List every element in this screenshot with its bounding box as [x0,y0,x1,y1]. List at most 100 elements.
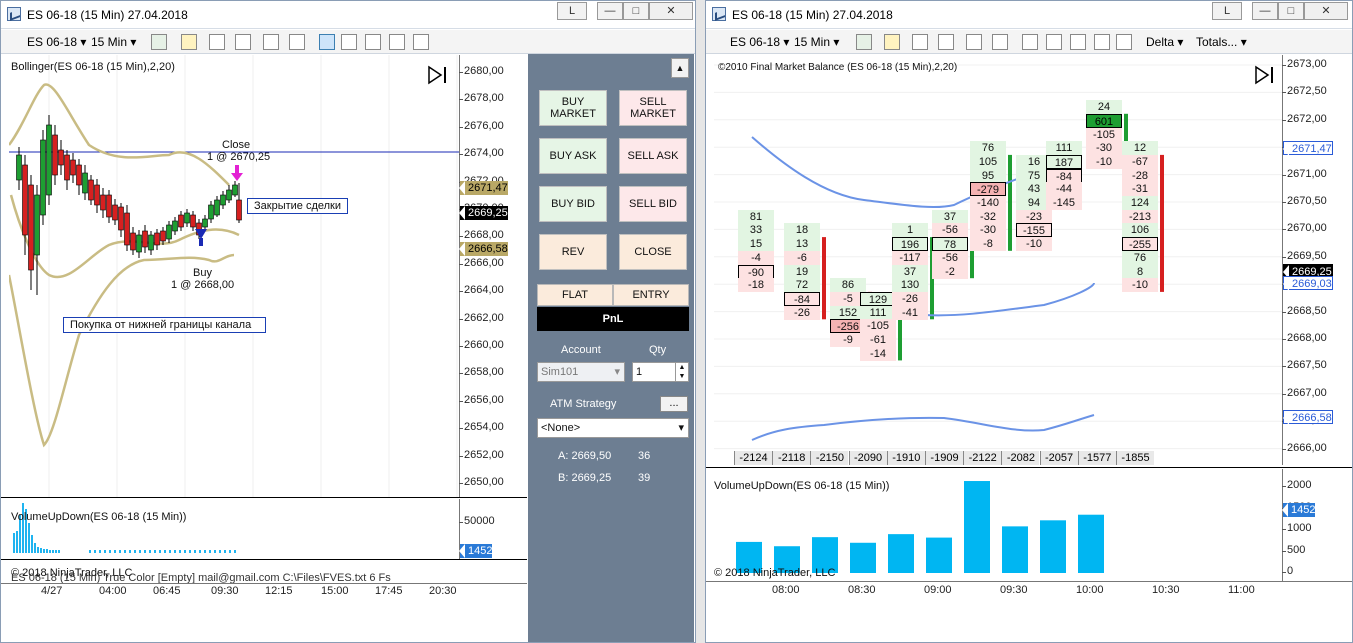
collapse-panel-icon[interactable] [427,65,449,85]
atm-settings-button[interactable]: ... [660,396,688,412]
zoom-in-icon[interactable] [992,34,1008,50]
footprint-cell: -84 [1046,168,1082,183]
minimize-button[interactable]: — [597,2,623,20]
strategies-icon[interactable] [1094,34,1110,50]
data-box-icon[interactable] [1046,34,1062,50]
sell-bid-button[interactable]: SELL BID [619,186,687,222]
delta-cell: -2124 [734,451,772,465]
left-price-axis[interactable]: 2680,002678,002676,002674,002672,002670,… [459,55,527,497]
footprint-cell: -155 [1016,223,1052,238]
instrument-selector[interactable]: ES 06-18 ▾ [730,33,789,51]
left-time-axis[interactable]: 4/27 04:00 06:45 09:30 12:15 15:00 17:45 20:30 [1,585,527,603]
candle-body [232,184,238,196]
link-button[interactable]: L [1212,2,1242,20]
atm-strategy-select[interactable]: <None> ▾ [537,418,689,438]
zoom-icon[interactable] [235,34,251,50]
link-button[interactable]: L [557,2,587,20]
close-window-button[interactable]: ✕ [649,2,693,20]
stepper-arrows-icon[interactable]: ▲ ▼ [675,363,688,381]
right-price-axis[interactable]: 2673,002672,502672,002671,502671,002670,… [1282,55,1352,465]
crosshair-icon[interactable] [912,34,928,50]
volume-bar [209,550,211,553]
reverse-button[interactable]: REV [539,234,607,270]
footprint-cell: -6 [784,250,820,265]
flat-indicator: FLAT [537,284,613,306]
buy-bid-button[interactable]: BUY BID [539,186,607,222]
right-time-axis[interactable]: 08:00 08:30 09:00 09:30 10:00 10:30 11:00 [706,584,1352,602]
delta-selector[interactable]: Delta ▾ [1146,33,1183,51]
crosshair-icon[interactable] [209,34,225,50]
volume-bar [224,550,226,553]
footprint-cell: 37 [932,209,968,224]
pointer-icon[interactable] [966,34,982,50]
footprint-cell: 81 [738,209,774,224]
close-window-button[interactable]: ✕ [1304,2,1348,20]
buy-market-button[interactable]: BUY MARKET [539,90,607,126]
buy-note[interactable]: Покупка от нижней границы канала [63,317,266,333]
candle-body [226,189,232,201]
volume-bar [179,550,181,553]
candle-body [148,234,154,251]
footprint-cell: -26 [784,305,820,320]
interval-selector[interactable]: 15 Min ▾ [91,33,136,51]
price-tag: 2666,58 [459,242,508,256]
footprint-cell: -23 [1016,209,1052,224]
candle-body [118,206,124,231]
properties-icon[interactable] [413,34,429,50]
qty-stepper[interactable]: 1 ▲ ▼ [632,362,689,382]
candle-body [100,194,106,211]
footprint-cell: -18 [738,278,774,293]
minimize-button[interactable]: — [1252,2,1278,20]
totals-selector[interactable]: Totals... ▾ [1196,33,1247,51]
right-copyright: © 2018 NinjaTrader, LLC [714,567,836,579]
footprint-chart[interactable]: ©2010 Final Market Balance (ES 06-18 (15… [714,55,1282,465]
bar-style-icon[interactable] [151,34,167,50]
time-axis-tick: 09:30 [1000,584,1028,596]
properties-icon[interactable] [1116,34,1132,50]
sell-market-button[interactable]: SELL MARKET [619,90,687,126]
right-volume-panel[interactable]: VolumeUpDown(ES 06-18 (15 Min)) © 2018 N… [714,469,1282,581]
data-box-icon[interactable] [341,34,357,50]
zoom-icon[interactable] [938,34,954,50]
interval-selector[interactable]: 15 Min ▾ [794,33,839,51]
sell-ask-button[interactable]: SELL ASK [619,138,687,174]
footprint-cell: 33 [738,223,774,238]
indicators-icon[interactable] [365,34,381,50]
zoom-in-icon[interactable] [289,34,305,50]
pencil-icon[interactable] [884,34,900,50]
collapse-panel-icon[interactable] [1254,65,1276,85]
indicators-icon[interactable] [1070,34,1086,50]
footprint-cell: 78 [932,237,968,252]
left-candles-svg [9,55,459,497]
volume-bar [134,550,136,553]
delta-cell: -2118 [772,451,811,465]
footprint-cell: -213 [1122,209,1158,224]
volume-bar [37,547,39,553]
buy-ask-button[interactable]: BUY ASK [539,138,607,174]
close-trade-note[interactable]: Закрытие сделки [247,198,349,214]
volume-bar [124,550,126,553]
chart-trader-icon[interactable] [1022,34,1038,50]
strategies-icon[interactable] [389,34,405,50]
price-axis-tick: 2678,00 [459,92,504,105]
footprint-cell: 12 [1122,141,1158,156]
candle-body [112,204,118,221]
pencil-icon[interactable] [181,34,197,50]
scroll-up-button[interactable]: ▲ [671,58,689,78]
left-volume-panel[interactable]: VolumeUpDown(ES 06-18 (15 Min)) [9,499,459,559]
maximize-button[interactable]: □ [623,2,649,20]
time-axis-tick: 09:00 [924,584,952,596]
close-position-button[interactable]: CLOSE [619,234,687,270]
pointer-icon[interactable] [263,34,279,50]
footprint-cell: -30 [1086,141,1122,156]
account-select[interactable]: Sim101 ▾ [537,362,625,382]
price-axis-tick: 2654,00 [459,421,504,434]
instrument-selector[interactable]: ES 06-18 ▾ [27,33,86,51]
volume-bar [28,523,30,553]
maximize-button[interactable]: □ [1278,2,1304,20]
volume-bar [234,550,236,553]
footprint-cell: 124 [1122,196,1158,210]
chart-trader-icon[interactable] [319,34,335,50]
bar-style-icon[interactable] [856,34,872,50]
left-price-chart[interactable]: Bollinger(ES 06-18 (15 Min),2,20) Close … [9,55,459,497]
